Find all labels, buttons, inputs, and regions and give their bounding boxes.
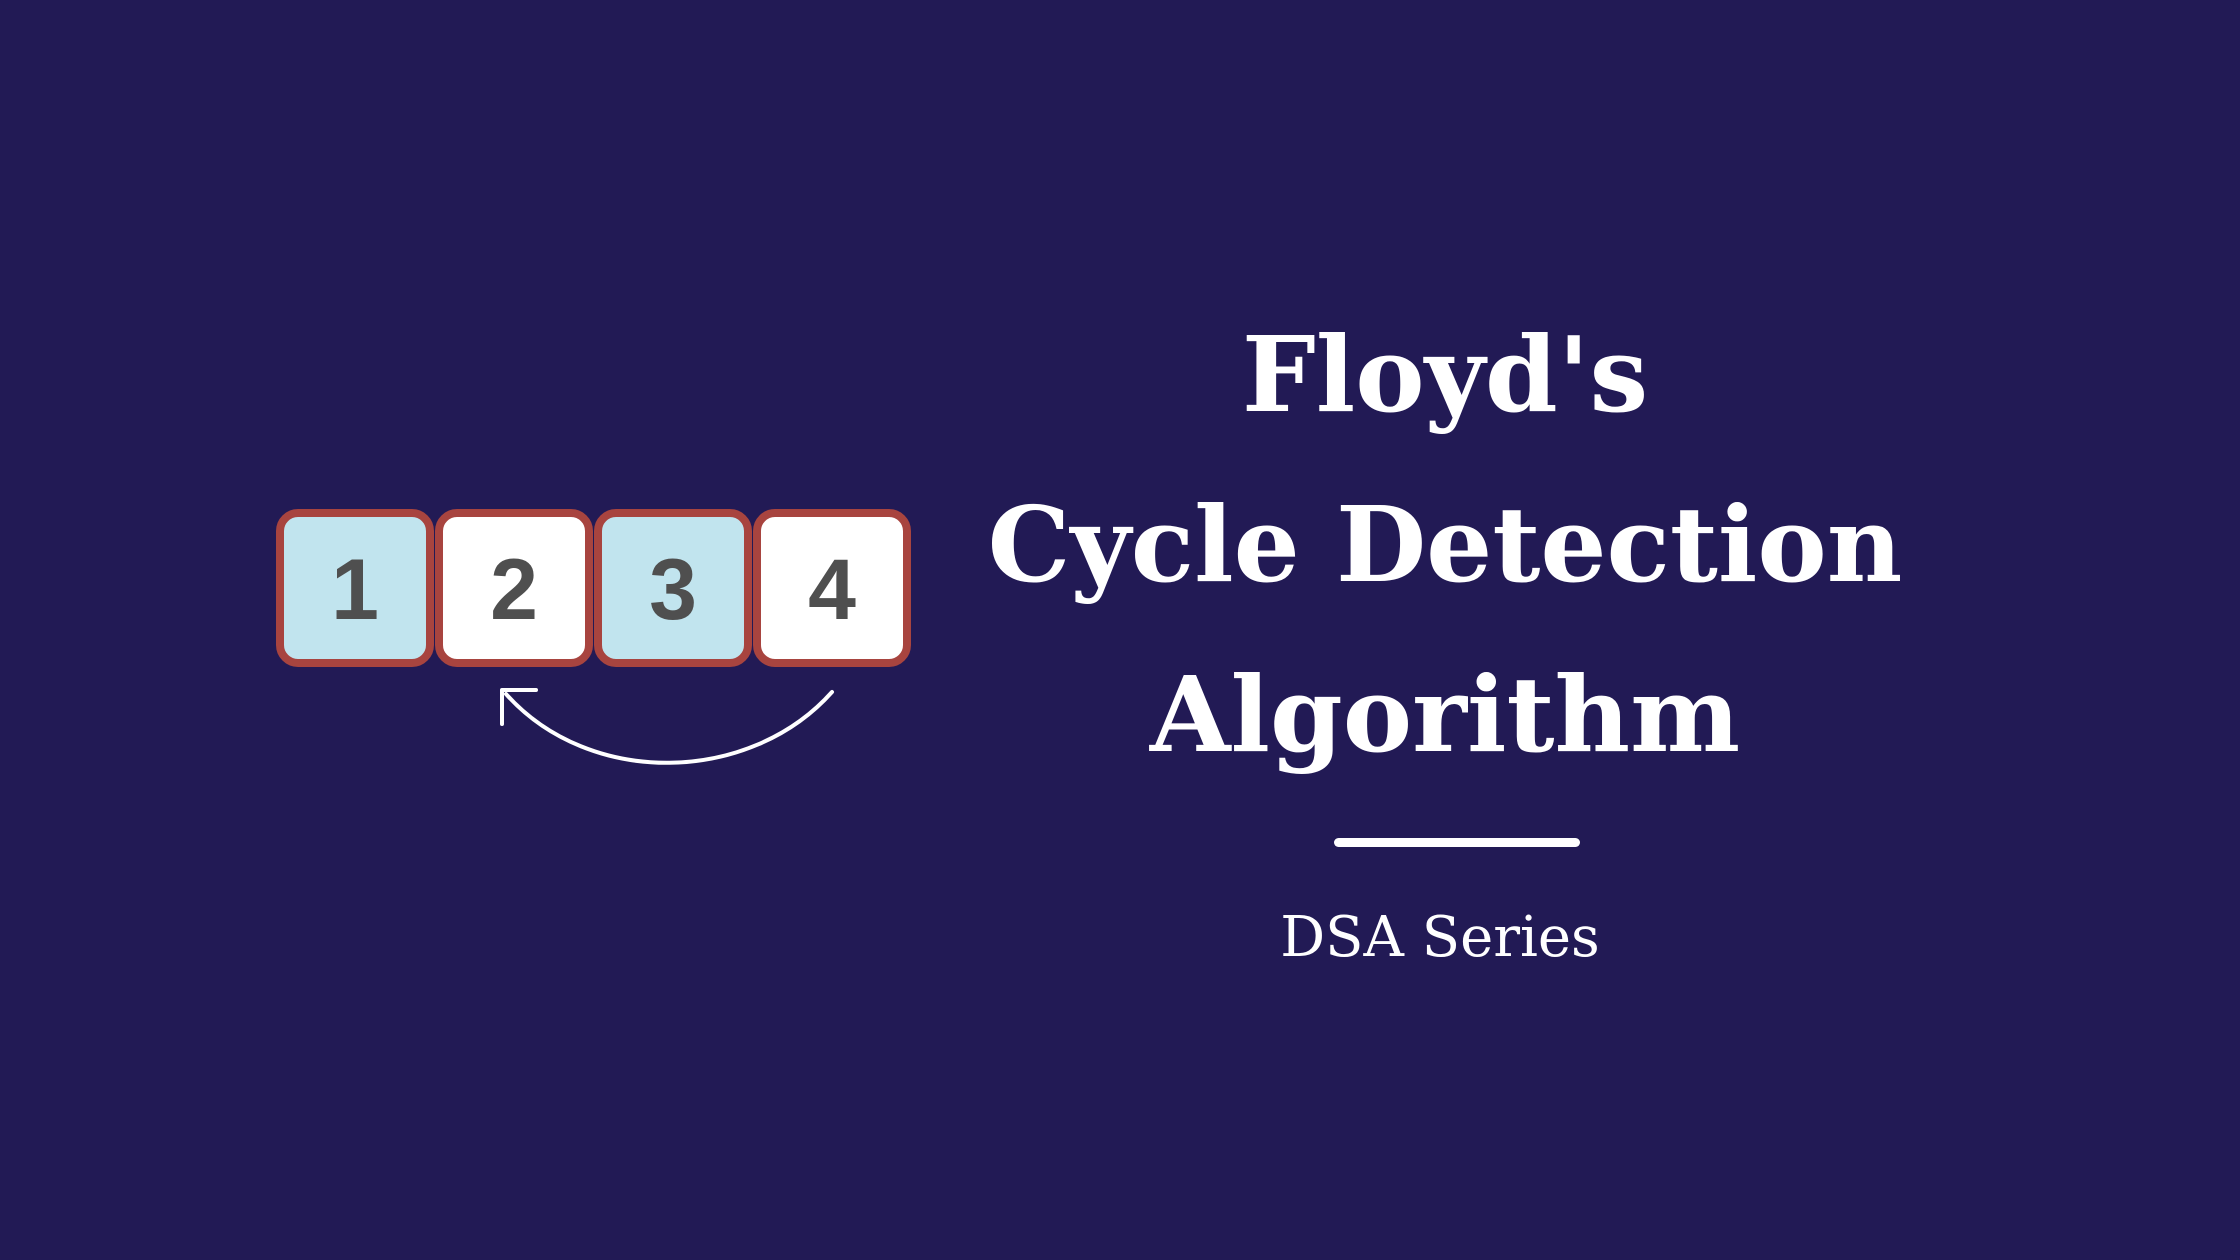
- linked-list-nodes: 1 2 3 4: [276, 509, 912, 667]
- arrow-curve: [504, 690, 834, 765]
- node-value: 3: [649, 542, 697, 638]
- title-line-3: Algorithm: [1149, 653, 1741, 776]
- curved-back-arrow-icon: [500, 688, 834, 765]
- node-value: 1: [331, 542, 379, 638]
- subtitle: DSA Series: [1280, 905, 1600, 970]
- node-value: 2: [490, 542, 538, 638]
- thumbnail-canvas: 1 2 3 4 Floyd's Cycle Detection Algorith…: [0, 0, 2240, 1260]
- page-title: Floyd's Cycle Detection Algorithm: [930, 290, 1960, 800]
- title-divider: [1334, 838, 1580, 847]
- node-3: 3: [594, 509, 752, 667]
- title-line-2: Cycle Detection: [987, 483, 1903, 606]
- node-2: 2: [435, 509, 593, 667]
- node-1: 1: [276, 509, 434, 667]
- node-value: 4: [808, 542, 856, 638]
- title-line-1: Floyd's: [1241, 313, 1649, 436]
- node-4: 4: [753, 509, 911, 667]
